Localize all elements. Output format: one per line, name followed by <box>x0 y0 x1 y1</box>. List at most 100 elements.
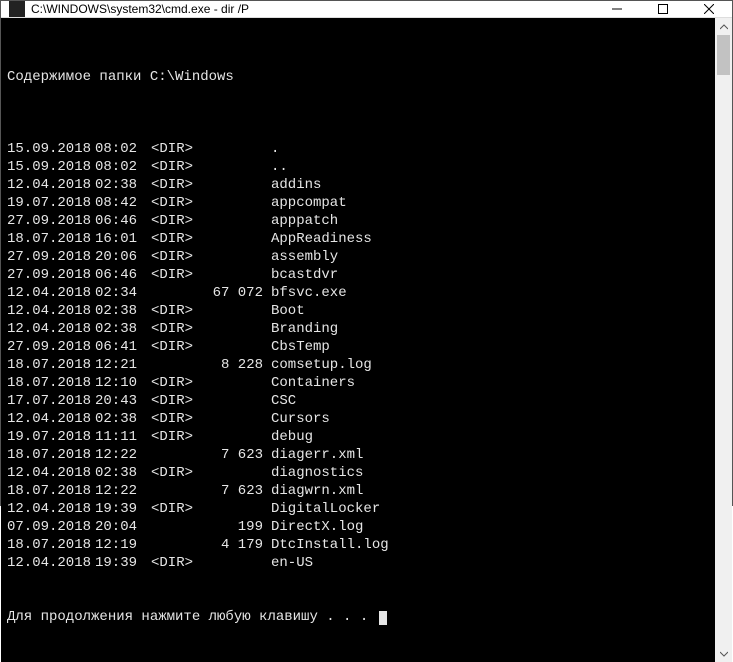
dir-date: 15.09.2018 <box>7 158 95 176</box>
scroll-thumb[interactable] <box>717 35 730 75</box>
dir-date: 12.04.2018 <box>7 176 95 194</box>
window-title: C:\WINDOWS\system32\cmd.exe - dir /P <box>31 2 594 16</box>
dir-time: 12:10 <box>95 374 151 392</box>
dir-name: bcastdvr <box>271 266 338 284</box>
console-output[interactable]: Содержимое папки C:\Windows 15.09.201808… <box>1 18 715 662</box>
dir-size: 4 179 <box>207 536 271 554</box>
dir-row: 18.07.201816:01<DIR>AppReadiness <box>7 230 709 248</box>
dir-type: <DIR> <box>151 248 207 266</box>
dir-type: <DIR> <box>151 194 207 212</box>
dir-header: Содержимое папки C:\Windows <box>7 68 709 86</box>
dir-time: 19:39 <box>95 500 151 518</box>
dir-time: 20:06 <box>95 248 151 266</box>
dir-time: 06:41 <box>95 338 151 356</box>
dir-time: 08:02 <box>95 140 151 158</box>
dir-row: 27.09.201806:46<DIR>apppatch <box>7 212 709 230</box>
dir-row: 18.07.201812:194 179DtcInstall.log <box>7 536 709 554</box>
dir-type: <DIR> <box>151 176 207 194</box>
dir-type: <DIR> <box>151 140 207 158</box>
dir-name: Boot <box>271 302 305 320</box>
dir-time: 02:38 <box>95 410 151 428</box>
dir-type: <DIR> <box>151 302 207 320</box>
dir-time: 06:46 <box>95 212 151 230</box>
dir-date: 19.07.2018 <box>7 428 95 446</box>
dir-date: 07.09.2018 <box>7 518 95 536</box>
dir-row: 18.07.201812:21 8 228comsetup.log <box>7 356 709 374</box>
dir-type: <DIR> <box>151 320 207 338</box>
close-button[interactable] <box>686 1 732 17</box>
chevron-down-icon <box>720 651 728 657</box>
dir-time: 02:38 <box>95 176 151 194</box>
dir-name: appcompat <box>271 194 347 212</box>
dir-row: 07.09.201820:04199DirectX.log <box>7 518 709 536</box>
dir-type: <DIR> <box>151 464 207 482</box>
dir-name: debug <box>271 428 313 446</box>
scroll-up-button[interactable] <box>715 18 732 35</box>
dir-size: 8 228 <box>207 356 271 374</box>
dir-date: 27.09.2018 <box>7 338 95 356</box>
dir-time: 16:01 <box>95 230 151 248</box>
dir-name: CbsTemp <box>271 338 330 356</box>
dir-name: diagerr.xml <box>271 446 363 464</box>
dir-date: 12.04.2018 <box>7 284 95 302</box>
dir-time: 02:34 <box>95 284 151 302</box>
dir-row: 12.04.201802:38<DIR>diagnostics <box>7 464 709 482</box>
dir-row: 27.09.201820:06<DIR> assembly <box>7 248 709 266</box>
minimize-icon <box>612 4 622 14</box>
dir-name: assembly <box>271 248 338 266</box>
dir-time: 19:39 <box>95 554 151 572</box>
dir-date: 12.04.2018 <box>7 500 95 518</box>
dir-name: CSC <box>271 392 296 410</box>
scroll-track[interactable] <box>715 35 732 645</box>
dir-date: 18.07.2018 <box>7 356 95 374</box>
maximize-button[interactable] <box>640 1 686 17</box>
dir-name: .. <box>271 158 288 176</box>
dir-row: 17.07.201820:43<DIR>CSC <box>7 392 709 410</box>
dir-time: 11:11 <box>95 428 151 446</box>
dir-type: <DIR> <box>151 338 207 356</box>
continue-prompt: Для продолжения нажмите любую клавишу . … <box>7 609 377 625</box>
dir-row: 12.04.201819:39<DIR>DigitalLocker <box>7 500 709 518</box>
vertical-scrollbar[interactable] <box>715 18 732 662</box>
dir-row: 15.09.201808:02<DIR>. <box>7 140 709 158</box>
dir-date: 27.09.2018 <box>7 266 95 284</box>
window-controls <box>594 1 732 17</box>
dir-type: <DIR> <box>151 410 207 428</box>
dir-time: 02:38 <box>95 320 151 338</box>
dir-name: diagnostics <box>271 464 363 482</box>
dir-row: 12.04.201802:38<DIR>Cursors <box>7 410 709 428</box>
dir-time: 02:38 <box>95 464 151 482</box>
dir-size: 7 623 <box>207 446 271 464</box>
dir-date: 12.04.2018 <box>7 554 95 572</box>
client-area: Содержимое папки C:\Windows 15.09.201808… <box>1 18 732 662</box>
dir-row: 19.07.201811:11<DIR>debug <box>7 428 709 446</box>
dir-row: 27.09.201806:41<DIR> CbsTemp <box>7 338 709 356</box>
dir-name: comsetup.log <box>271 356 372 374</box>
minimize-button[interactable] <box>594 1 640 17</box>
dir-row: 18.07.201812:227 623diagwrn.xml <box>7 482 709 500</box>
close-icon <box>704 4 714 14</box>
cursor <box>379 611 387 625</box>
dir-date: 27.09.2018 <box>7 248 95 266</box>
dir-time: 12:21 <box>95 356 151 374</box>
dir-name: . <box>271 140 279 158</box>
dir-date: 12.04.2018 <box>7 302 95 320</box>
dir-type: <DIR> <box>151 554 207 572</box>
dir-time: 12:19 <box>95 536 151 554</box>
scroll-down-button[interactable] <box>715 645 732 662</box>
dir-time: 08:42 <box>95 194 151 212</box>
titlebar[interactable]: C:\WINDOWS\system32\cmd.exe - dir /P <box>1 1 732 18</box>
dir-row: 19.07.201808:42<DIR>appcompat <box>7 194 709 212</box>
dir-date: 18.07.2018 <box>7 482 95 500</box>
prompt-line: Для продолжения нажмите любую клавишу . … <box>7 608 709 626</box>
dir-date: 18.07.2018 <box>7 374 95 392</box>
dir-type: <DIR> <box>151 392 207 410</box>
dir-size: 67 072 <box>207 284 271 302</box>
dir-row: 12.04.201802:3467 072bfsvc.exe <box>7 284 709 302</box>
dir-time: 12:22 <box>95 446 151 464</box>
dir-date: 15.09.2018 <box>7 140 95 158</box>
dir-time: 20:43 <box>95 392 151 410</box>
dir-date: 18.07.2018 <box>7 536 95 554</box>
dir-row: 15.09.201808:02<DIR>.. <box>7 158 709 176</box>
dir-type: <DIR> <box>151 212 207 230</box>
